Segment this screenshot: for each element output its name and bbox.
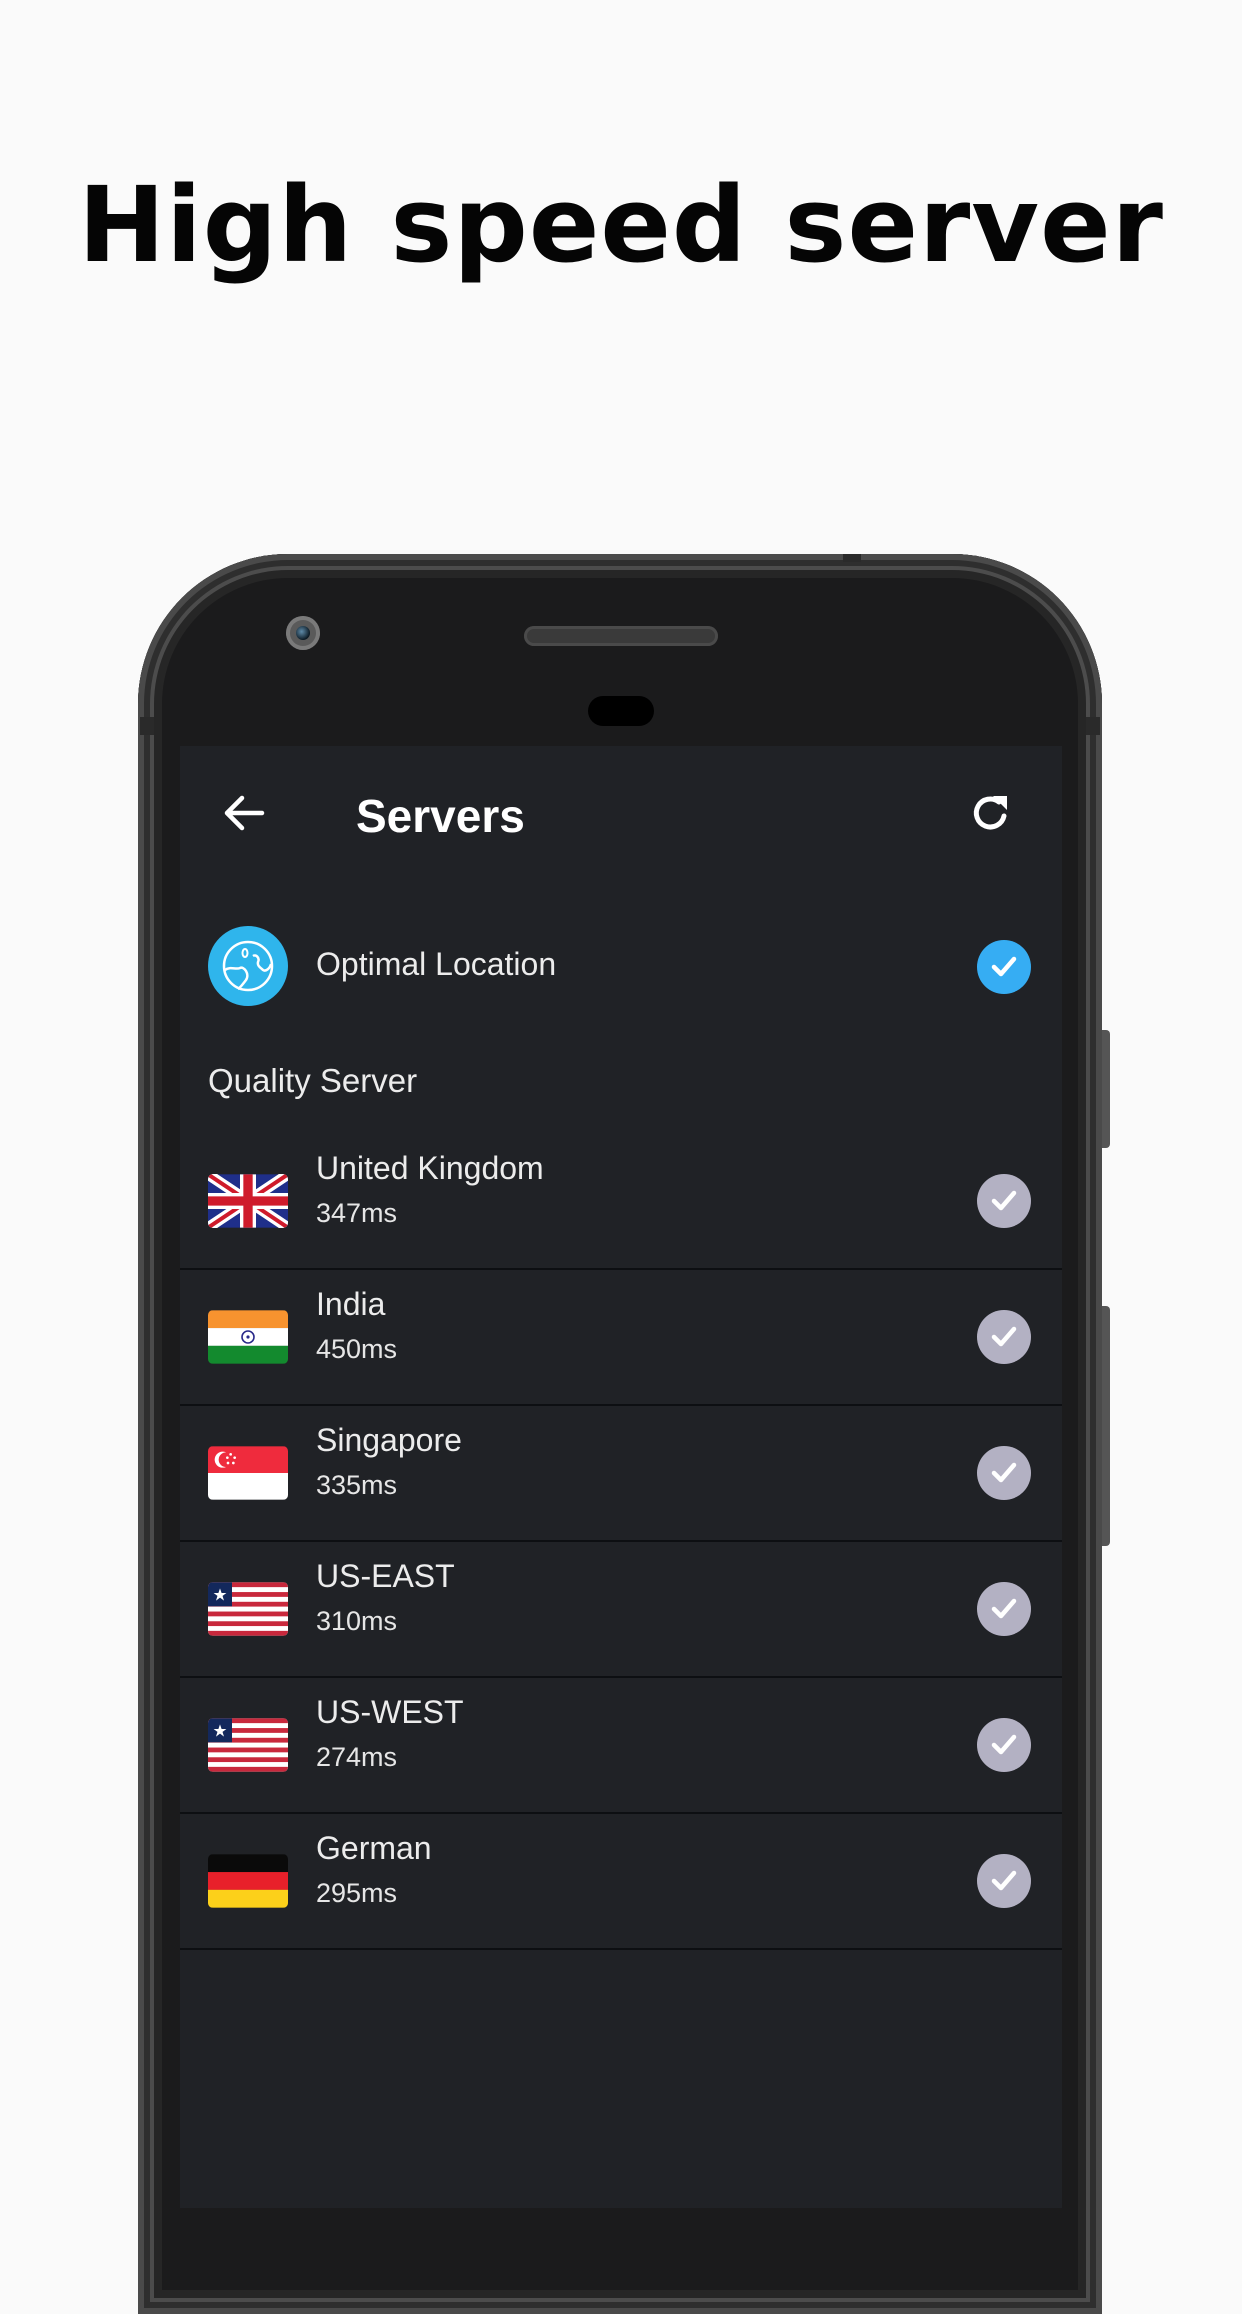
page-title: Servers: [356, 790, 525, 842]
refresh-button[interactable]: [966, 788, 1016, 838]
headline: High speed server: [78, 164, 1164, 286]
server-ping: 274ms: [316, 1742, 398, 1772]
server-list: United Kingdom 347ms India 450ms Singapo…: [180, 1134, 1062, 1950]
checkmark-icon: [989, 1458, 1019, 1488]
back-button[interactable]: [220, 788, 270, 838]
server-item-german[interactable]: German 295ms: [180, 1814, 1062, 1950]
server-item-india[interactable]: India 450ms: [180, 1270, 1062, 1406]
uk-flag-icon: [208, 1174, 288, 1228]
server-ping: 450ms: [316, 1334, 398, 1364]
server-ping: 347ms: [316, 1198, 398, 1228]
server-name: Singapore: [316, 1422, 462, 1458]
checkmark-icon: [989, 1322, 1019, 1352]
select-check[interactable]: [977, 1718, 1031, 1772]
singapore-flag-icon: [208, 1446, 288, 1500]
front-camera: [286, 616, 320, 650]
earpiece-speaker: [524, 626, 718, 646]
antenna-band: [843, 554, 861, 562]
checkmark-icon: [989, 1730, 1019, 1760]
globe-icon: [208, 926, 288, 1006]
server-name: German: [316, 1830, 432, 1866]
refresh-icon: [966, 788, 1016, 838]
server-ping: 310ms: [316, 1606, 398, 1636]
us-flag-icon: [208, 1718, 288, 1772]
proximity-sensor: [588, 696, 654, 726]
india-flag-icon: [208, 1310, 288, 1364]
checkmark-icon: [989, 1866, 1019, 1896]
server-item-singapore[interactable]: Singapore 335ms: [180, 1406, 1062, 1542]
section-header-quality-server: Quality Server: [208, 1062, 418, 1099]
germany-flag-icon: [208, 1854, 288, 1908]
server-name: United Kingdom: [316, 1150, 544, 1186]
checkmark-icon: [989, 1594, 1019, 1624]
checkmark-icon: [989, 1186, 1019, 1216]
select-check[interactable]: [977, 1582, 1031, 1636]
antenna-band: [1086, 717, 1100, 735]
selected-check[interactable]: [977, 940, 1031, 994]
server-item-united-kingdom[interactable]: United Kingdom 347ms: [180, 1134, 1062, 1270]
antenna-band: [140, 717, 154, 735]
app-screen: Servers Optimal Location Quality Server …: [180, 746, 1062, 2208]
server-item-us-west[interactable]: US-WEST 274ms: [180, 1678, 1062, 1814]
select-check[interactable]: [977, 1174, 1031, 1228]
optimal-location-item[interactable]: Optimal Location: [180, 924, 1062, 1010]
server-ping: 295ms: [316, 1878, 398, 1908]
server-ping: 335ms: [316, 1470, 398, 1500]
arrow-left-icon: [220, 788, 270, 838]
server-item-us-east[interactable]: US-EAST 310ms: [180, 1542, 1062, 1678]
server-name: US-WEST: [316, 1694, 464, 1730]
optimal-location-label: Optimal Location: [316, 946, 557, 982]
checkmark-icon: [989, 952, 1019, 982]
server-name: India: [316, 1286, 386, 1322]
select-check[interactable]: [977, 1854, 1031, 1908]
select-check[interactable]: [977, 1310, 1031, 1364]
server-name: US-EAST: [316, 1558, 455, 1594]
select-check[interactable]: [977, 1446, 1031, 1500]
app-bar: Servers: [180, 746, 1062, 886]
us-flag-icon: [208, 1582, 288, 1636]
